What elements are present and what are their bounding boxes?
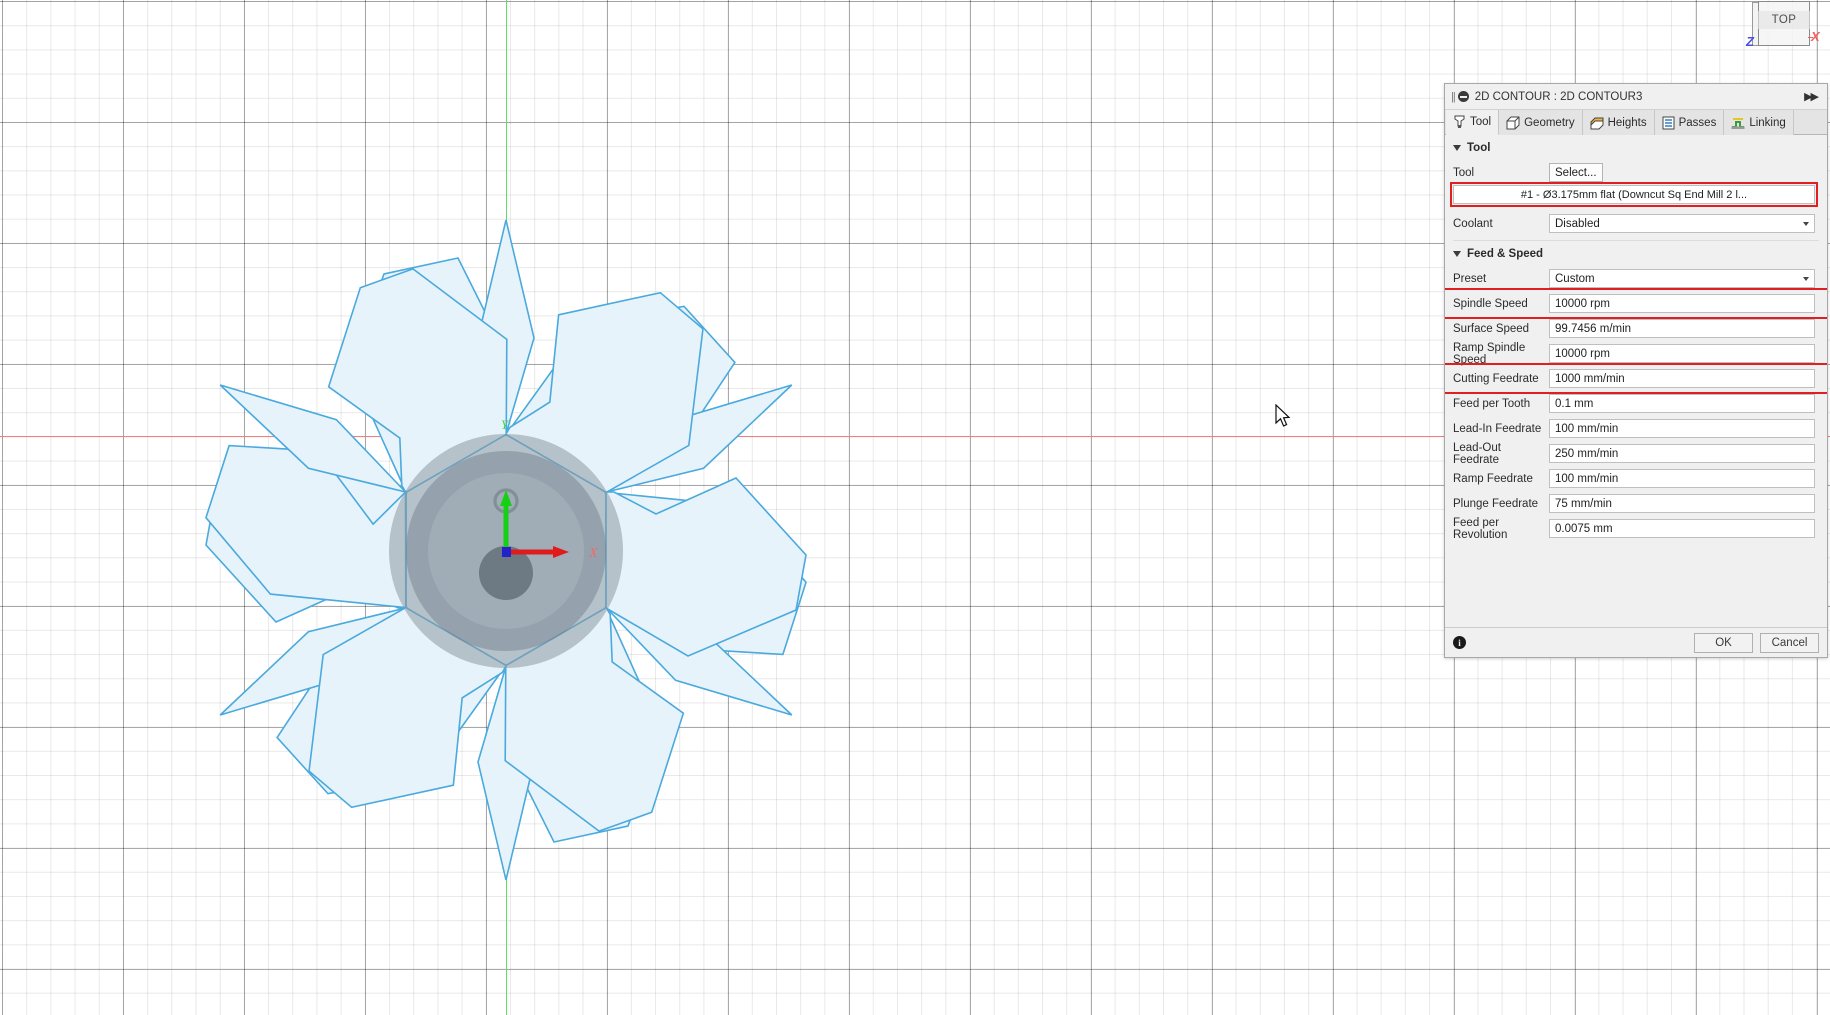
- label-ramp-feedrate: Ramp Feedrate: [1453, 472, 1533, 485]
- operation-status-icon: [1457, 91, 1469, 102]
- label-feed-per-revolution: Feed per Revolution: [1453, 516, 1508, 541]
- origin-z-point[interactable]: [502, 547, 511, 557]
- tool-select-button[interactable]: Select...: [1549, 163, 1603, 182]
- label-plunge-feedrate: Plunge Feedrate: [1453, 497, 1539, 510]
- ok-button[interactable]: OK: [1694, 632, 1753, 653]
- tab-linking[interactable]: Linking: [1724, 110, 1794, 135]
- tab-heights[interactable]: Heights: [1582, 110, 1655, 135]
- lead-out-feedrate-input[interactable]: 250 mm/min: [1549, 444, 1815, 463]
- section-header-tool[interactable]: Tool: [1445, 135, 1827, 160]
- origin-x-label: X: [588, 546, 598, 561]
- feed-per-revolution-input[interactable]: 0.0075 mm: [1549, 519, 1815, 538]
- info-icon[interactable]: i: [1453, 636, 1466, 649]
- dialog-body: Tool Tool Select... #1 - Ø3.175mm flat (…: [1445, 135, 1827, 627]
- spindle-speed-input[interactable]: 10000 rpm: [1549, 294, 1815, 313]
- dialog-footer: i OK Cancel: [1445, 627, 1827, 657]
- coolant-value: Disabled: [1555, 217, 1600, 230]
- label-preset: Preset: [1453, 272, 1487, 285]
- tab-geometry[interactable]: Geometry: [1499, 110, 1583, 135]
- lead-in-feedrate-input[interactable]: 100 mm/min: [1549, 419, 1815, 438]
- heights-icon: [1590, 117, 1604, 129]
- row-tool: Tool Select...: [1445, 160, 1827, 185]
- preset-value: Custom: [1555, 272, 1595, 285]
- label-tool: Tool: [1453, 166, 1475, 179]
- ramp-feedrate-input[interactable]: 100 mm/min: [1549, 469, 1815, 488]
- section-title-feed-speed: Feed & Speed: [1467, 248, 1544, 260]
- row-preset: Preset Custom: [1445, 266, 1827, 291]
- row-coolant: Coolant Disabled: [1445, 211, 1827, 236]
- dialog-tab-bar[interactable]: Tool Geometry Heights Passes Linking: [1445, 110, 1827, 135]
- collapse-triangle-icon[interactable]: [1453, 145, 1461, 151]
- row-feed-per-tooth: Feed per Tooth 0.1 mm: [1445, 391, 1827, 416]
- section-title-tool: Tool: [1467, 142, 1491, 154]
- row-spindle-speed: Spindle Speed 10000 rpm: [1445, 288, 1827, 319]
- tab-passes[interactable]: Passes: [1654, 110, 1725, 135]
- label-lead-out-feedrate: Lead-Out Feedrate: [1453, 441, 1501, 466]
- selected-tool-field[interactable]: #1 - Ø3.175mm flat (Downcut Sq End Mill …: [1450, 182, 1818, 207]
- label-coolant: Coolant: [1453, 217, 1493, 230]
- cancel-button[interactable]: Cancel: [1760, 632, 1819, 653]
- tab-tool-label: Tool: [1470, 116, 1492, 128]
- passes-icon: [1662, 116, 1675, 129]
- ramp-spindle-speed-input[interactable]: 10000 rpm: [1549, 344, 1815, 363]
- chevron-double-right-icon[interactable]: ▶▶: [1804, 90, 1821, 103]
- geometry-icon: [1506, 116, 1520, 129]
- row-ramp-feedrate: Ramp Feedrate 100 mm/min: [1445, 466, 1827, 491]
- row-surface-speed: Surface Speed 99.7456 m/min: [1445, 316, 1827, 341]
- label-feed-per-tooth: Feed per Tooth: [1453, 397, 1531, 410]
- dialog-button-bar: OK Cancel: [1694, 632, 1819, 653]
- mouse-cursor: [1275, 404, 1291, 427]
- row-feed-per-revolution: Feed per Revolution 0.0075 mm: [1445, 516, 1827, 541]
- label-lead-in-feedrate: Lead-In Feedrate: [1453, 422, 1542, 435]
- coolant-select[interactable]: Disabled: [1549, 214, 1815, 233]
- row-plunge-feedrate: Plunge Feedrate 75 mm/min: [1445, 491, 1827, 516]
- view-cube-label[interactable]: TOP: [1758, 11, 1810, 29]
- row-tool-info: #1 - Ø3.175mm flat (Downcut Sq End Mill …: [1445, 182, 1827, 208]
- dialog-title-text: 2D CONTOUR : 2D CONTOUR3: [1474, 90, 1643, 103]
- section-header-feed-speed[interactable]: Feed & Speed: [1445, 241, 1827, 266]
- row-lead-out-feedrate: Lead-Out Feedrate 250 mm/min: [1445, 441, 1827, 466]
- tab-tool[interactable]: Tool: [1446, 110, 1500, 135]
- tab-passes-label: Passes: [1678, 116, 1717, 129]
- plunge-feedrate-input[interactable]: 75 mm/min: [1549, 494, 1815, 513]
- dialog-drag-grip[interactable]: ||: [1451, 91, 1456, 103]
- collapse-triangle-icon[interactable]: [1453, 251, 1461, 257]
- row-ramp-spindle-speed: Ramp Spindle Speed 10000 rpm: [1445, 341, 1827, 366]
- tool-icon: [1454, 115, 1465, 128]
- tab-geometry-label: Geometry: [1524, 116, 1575, 129]
- label-surface-speed: Surface Speed: [1453, 322, 1530, 335]
- label-spindle-speed: Spindle Speed: [1453, 297, 1528, 310]
- chevron-down-icon: [1803, 222, 1809, 226]
- label-cutting-feedrate: Cutting Feedrate: [1453, 372, 1539, 385]
- tab-heights-label: Heights: [1607, 116, 1647, 129]
- operation-dialog[interactable]: || 2D CONTOUR : 2D CONTOUR3 ▶▶ Tool Geom…: [1444, 83, 1828, 658]
- preset-select[interactable]: Custom: [1549, 269, 1815, 288]
- chevron-down-icon: [1803, 277, 1809, 281]
- viewcube-x-axis-label: X: [1811, 29, 1820, 44]
- feed-per-tooth-input[interactable]: 0.1 mm: [1549, 394, 1815, 413]
- viewcube-z-axis-label: Z: [1746, 34, 1754, 49]
- linking-icon: [1731, 117, 1745, 129]
- view-cube[interactable]: TOP Z X: [1746, 1, 1820, 55]
- surface-speed-input[interactable]: 99.7456 m/min: [1549, 319, 1815, 338]
- row-cutting-feedrate: Cutting Feedrate 1000 mm/min: [1445, 363, 1827, 394]
- row-lead-in-feedrate: Lead-In Feedrate 100 mm/min: [1445, 416, 1827, 441]
- cutting-feedrate-input[interactable]: 1000 mm/min: [1549, 369, 1815, 388]
- dialog-title-bar[interactable]: || 2D CONTOUR : 2D CONTOUR3 ▶▶: [1445, 84, 1827, 110]
- tab-linking-label: Linking: [1749, 116, 1786, 129]
- label-ramp-spindle-speed: Ramp Spindle Speed: [1453, 341, 1526, 366]
